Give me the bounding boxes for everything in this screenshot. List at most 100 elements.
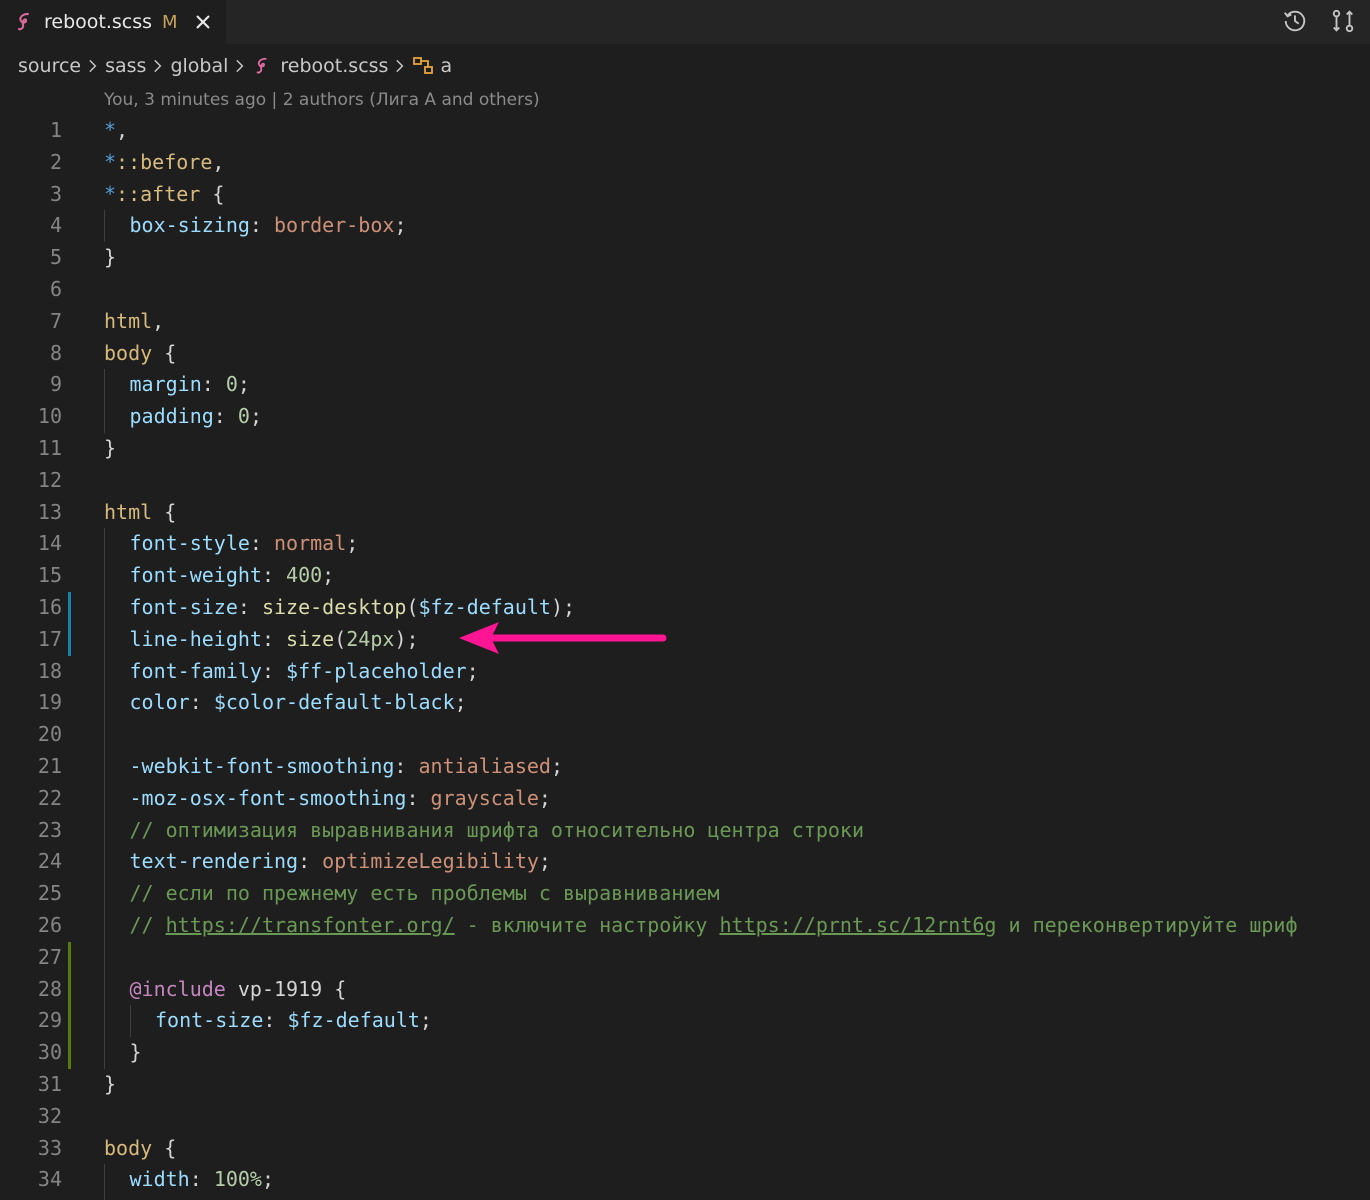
code-token: width	[129, 1167, 190, 1192]
code-line[interactable]: 14 font-style: normal;	[0, 528, 1370, 561]
git-blame-codelens[interactable]: You, 3 minutes ago | 2 authors (Лига А a…	[104, 90, 540, 110]
line-number: 23	[37, 817, 62, 842]
code-line[interactable]: 13 html {	[0, 497, 1370, 529]
code-token: 400	[286, 563, 323, 588]
code-line[interactable]: 23 // оптимизация выравнивания шрифта отн…	[0, 814, 1370, 847]
code-token: {	[152, 499, 177, 524]
indent-guide	[104, 973, 105, 1006]
code-token: //	[129, 912, 166, 937]
code-token: (	[406, 594, 419, 619]
modified-line-marker[interactable]	[68, 591, 71, 624]
code-token: ,	[116, 118, 129, 142]
code-token: 24px	[346, 626, 395, 651]
code-token: line-height	[129, 626, 262, 651]
breadcrumb-sass[interactable]: sass	[105, 55, 146, 77]
added-line-marker[interactable]	[68, 1005, 71, 1038]
modified-line-marker[interactable]	[68, 623, 71, 656]
code-line[interactable]: 33 body {	[0, 1133, 1370, 1165]
code-line[interactable]: 6	[0, 274, 1370, 306]
code-line[interactable]: 18 font-family: $ff-placeholder;	[0, 655, 1370, 688]
code-line[interactable]: 1 *,	[0, 115, 1370, 147]
code-token: }	[104, 245, 117, 270]
breadcrumb-file[interactable]: reboot.scss	[280, 55, 388, 77]
breadcrumb-global[interactable]: global	[170, 55, 228, 77]
code-line[interactable]: 32	[0, 1101, 1370, 1133]
code-token: size	[286, 626, 335, 651]
code-token: padding	[129, 404, 214, 429]
breadcrumb-source[interactable]: source	[18, 55, 81, 77]
line-content: html,	[104, 306, 164, 338]
code-token: и переконвертируйте шриф	[996, 912, 1298, 937]
added-line-marker[interactable]	[68, 973, 71, 1006]
code-line[interactable]: 25 // если по прежнему есть проблемы с вы…	[0, 878, 1370, 910]
code-area[interactable]: 1 *, 2 *::before, 3 *::after {4 box-sizing: bo…	[0, 115, 1370, 1200]
line-number: 24	[37, 849, 62, 874]
code-link[interactable]: https://transfonter.org/	[166, 913, 455, 937]
code-line[interactable]: 4 box-sizing: border-box;	[0, 210, 1370, 243]
code-line[interactable]: 16 font-size: size-desktop($fz-default);	[0, 591, 1370, 624]
code-line[interactable]: 3 *::after {	[0, 179, 1370, 211]
code-line[interactable]: 5}	[0, 242, 1370, 274]
code-line[interactable]: 10 padding: 0;	[0, 401, 1370, 433]
code-line[interactable]: 11}	[0, 433, 1370, 465]
breadcrumb-symbol[interactable]: a	[440, 55, 452, 77]
code-line[interactable]: 26 // https://transfonter.org/ - включите…	[0, 909, 1370, 942]
line-content: font-style: normal;	[130, 528, 359, 560]
added-line-marker[interactable]	[68, 1037, 71, 1069]
timeline-icon[interactable]	[1280, 6, 1310, 36]
code-token: margin	[129, 372, 202, 397]
line-number: 12	[37, 467, 62, 492]
code-token: size-desktop	[261, 594, 407, 619]
code-line[interactable]: 34 width: 100%;	[0, 1164, 1370, 1197]
line-number: 26	[37, 912, 62, 937]
chevron-right-icon	[390, 56, 410, 76]
added-line-marker[interactable]	[68, 941, 71, 974]
code-line[interactable]: 20	[0, 719, 1370, 751]
line-number: 9	[49, 372, 62, 397]
code-token: box-sizing	[129, 213, 250, 238]
code-token: body	[104, 1135, 153, 1160]
code-line[interactable]: 9 margin: 0;	[0, 369, 1370, 402]
indent-guide	[104, 210, 105, 243]
code-token: ;	[346, 531, 359, 556]
annotation-arrow-icon	[459, 622, 667, 654]
code-editor[interactable]: reboot.scss M source sass global reboot.…	[0, 0, 1370, 1200]
compare-changes-icon[interactable]	[1328, 6, 1358, 36]
line-number: 34	[37, 1167, 62, 1192]
line-content: line-height: size(24px);	[130, 624, 419, 656]
code-token: grayscale	[430, 785, 539, 810]
code-line[interactable]: 24 text-rendering: optimizeLegibility;	[0, 846, 1370, 879]
code-line[interactable]: 29 font-size: $fz-default;	[0, 1005, 1370, 1038]
code-line[interactable]: 28 @include vp-1919 {	[0, 973, 1370, 1006]
code-line[interactable]: 35	[0, 1196, 1370, 1200]
code-line[interactable]: 31}	[0, 1069, 1370, 1101]
editor-actions	[1280, 6, 1358, 36]
code-line[interactable]: 17 line-height: size(24px);	[0, 623, 1370, 656]
line-content: color: $color-default-black;	[130, 687, 467, 719]
code-line[interactable]: 15 font-weight: 400;	[0, 560, 1370, 592]
close-icon[interactable]	[192, 11, 214, 33]
code-link[interactable]: https://prnt.sc/12rnt6g	[720, 913, 997, 937]
code-token: :	[201, 372, 226, 397]
sass-icon	[18, 13, 29, 31]
code-line[interactable]: 12	[0, 465, 1370, 497]
modified-indicator: M	[162, 11, 178, 33]
code-line[interactable]: 27	[0, 941, 1370, 974]
line-content: -webkit-font-smoothing: antialiased;	[130, 751, 564, 783]
code-token: (	[334, 626, 347, 651]
line-content: font-family: $ff-placeholder;	[130, 656, 479, 688]
code-line[interactable]: 21 -webkit-font-smoothing: antialiased;	[0, 750, 1370, 783]
code-token: {	[152, 1135, 177, 1160]
line-number: 31	[37, 1071, 62, 1096]
code-line[interactable]: 19 color: $color-default-black;	[0, 687, 1370, 720]
code-line[interactable]: 8 body {	[0, 338, 1370, 370]
code-line[interactable]: 7 html,	[0, 306, 1370, 338]
indent-guide	[104, 687, 105, 720]
code-line[interactable]: 2 *::before,	[0, 147, 1370, 179]
code-token: :	[249, 213, 275, 238]
code-line[interactable]: 30}	[0, 1037, 1370, 1069]
code-token: vp-1919 {	[225, 976, 347, 1001]
code-line[interactable]: 22 -moz-osx-font-smoothing: grayscale;	[0, 782, 1370, 815]
tab-reboot-scss[interactable]: reboot.scss M	[0, 0, 226, 44]
indent-guide	[104, 750, 105, 783]
